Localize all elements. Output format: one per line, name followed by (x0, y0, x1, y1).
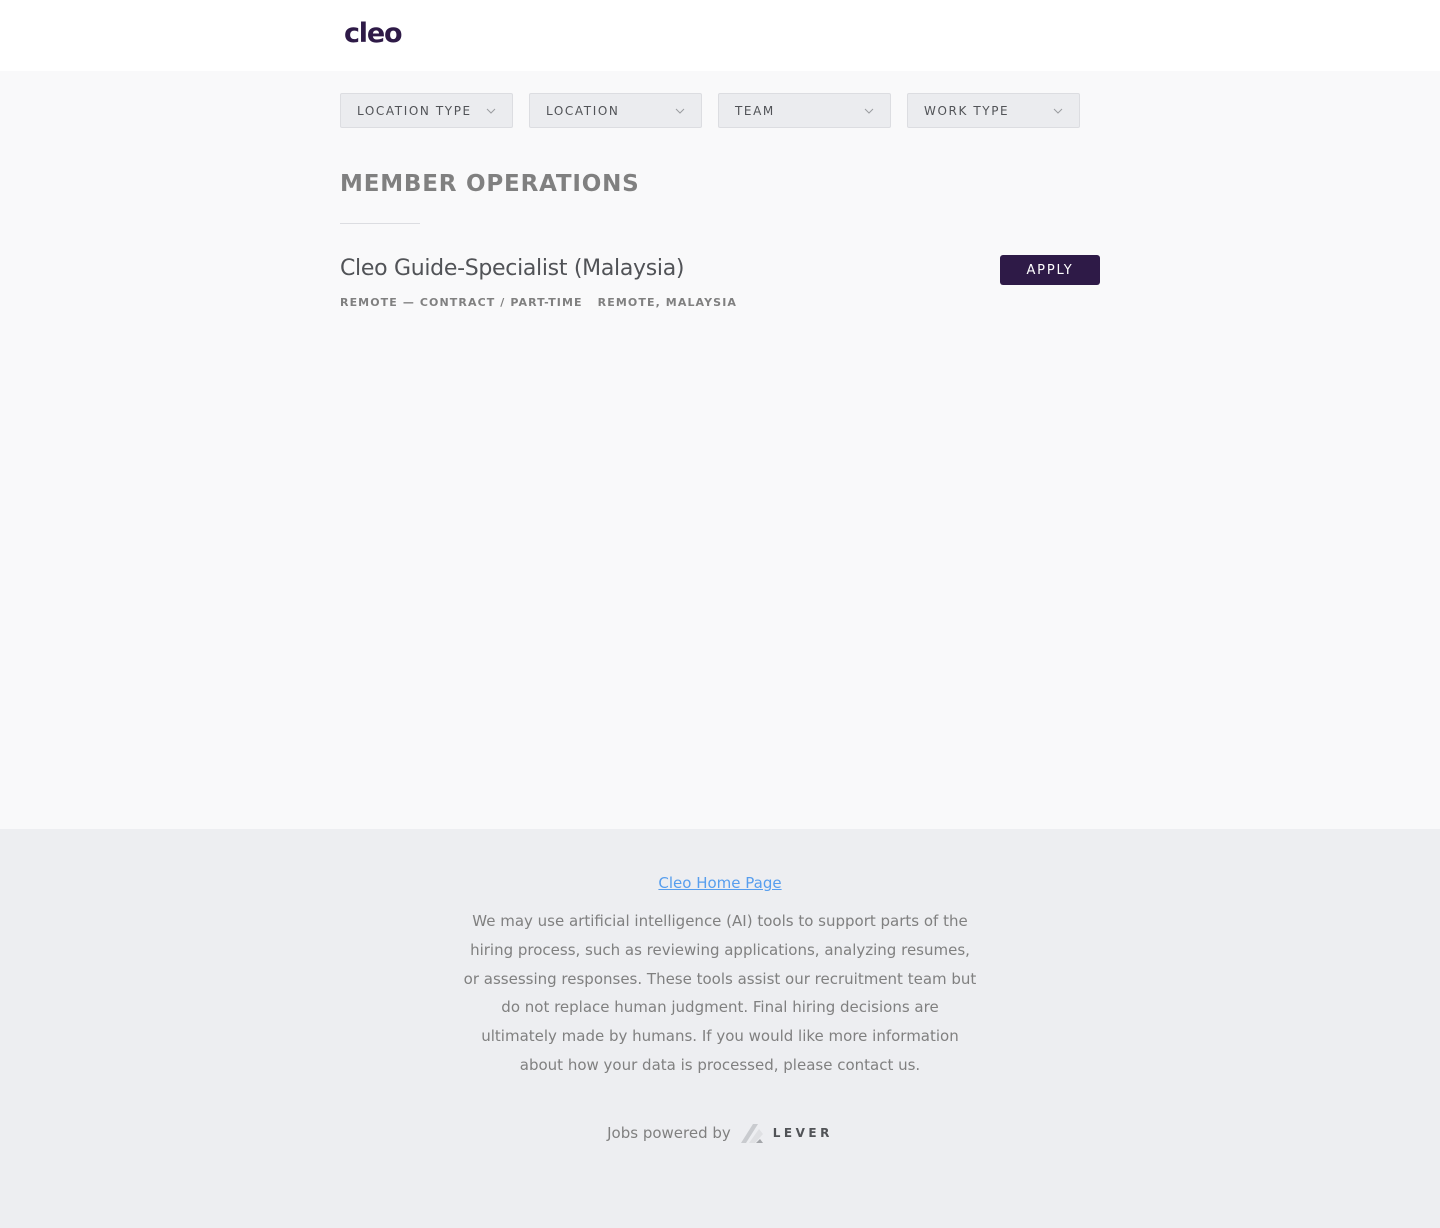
main-content: LOCATION TYPE LOCATION TEAM WORK TYPE ME… (0, 71, 1440, 829)
lever-mark-icon (740, 1124, 763, 1143)
filter-bar: LOCATION TYPE LOCATION TEAM WORK TYPE (340, 93, 1080, 128)
lever-wordmark: LEVER (772, 1126, 833, 1140)
posting-location: REMOTE, MALAYSIA (597, 296, 738, 309)
filter-label: LOCATION (546, 103, 620, 118)
ai-notice: We may use artificial intelligence (AI) … (463, 912, 977, 1074)
footer: Cleo Home Page We may use artificial int… (0, 829, 1440, 1228)
chevron-down-icon (486, 108, 496, 114)
lever-logo[interactable]: LEVER (739, 1121, 833, 1145)
filter-label: LOCATION TYPE (357, 103, 472, 118)
powered-by: Jobs powered by LEVER (0, 1121, 1440, 1145)
cleo-logo[interactable]: cleo (344, 18, 403, 49)
apply-button[interactable]: APPLY (1000, 255, 1100, 285)
home-page-link[interactable]: Cleo Home Page (658, 874, 781, 892)
chevron-down-icon (675, 108, 685, 114)
posting-commitment: REMOTE — CONTRACT / PART-TIME (340, 296, 583, 309)
filter-work-type[interactable]: WORK TYPE (907, 93, 1080, 128)
chevron-down-icon (864, 108, 874, 114)
powered-by-text: Jobs powered by (607, 1124, 731, 1142)
chevron-down-icon (1053, 108, 1063, 114)
posting-meta: REMOTE — CONTRACT / PART-TIME REMOTE, MA… (340, 296, 737, 309)
filter-location-type[interactable]: LOCATION TYPE (340, 93, 513, 128)
filter-label: WORK TYPE (924, 103, 1010, 118)
home-page-link-row: Cleo Home Page (0, 874, 1440, 892)
top-header: cleo (0, 0, 1440, 71)
posting-title-link[interactable]: Cleo Guide-Specialist (Malaysia) (340, 256, 684, 281)
filter-label: TEAM (735, 103, 775, 118)
filter-team[interactable]: TEAM (718, 93, 891, 128)
section-title: MEMBER OPERATIONS (340, 171, 640, 197)
filter-location[interactable]: LOCATION (529, 93, 702, 128)
section-divider (340, 223, 420, 224)
